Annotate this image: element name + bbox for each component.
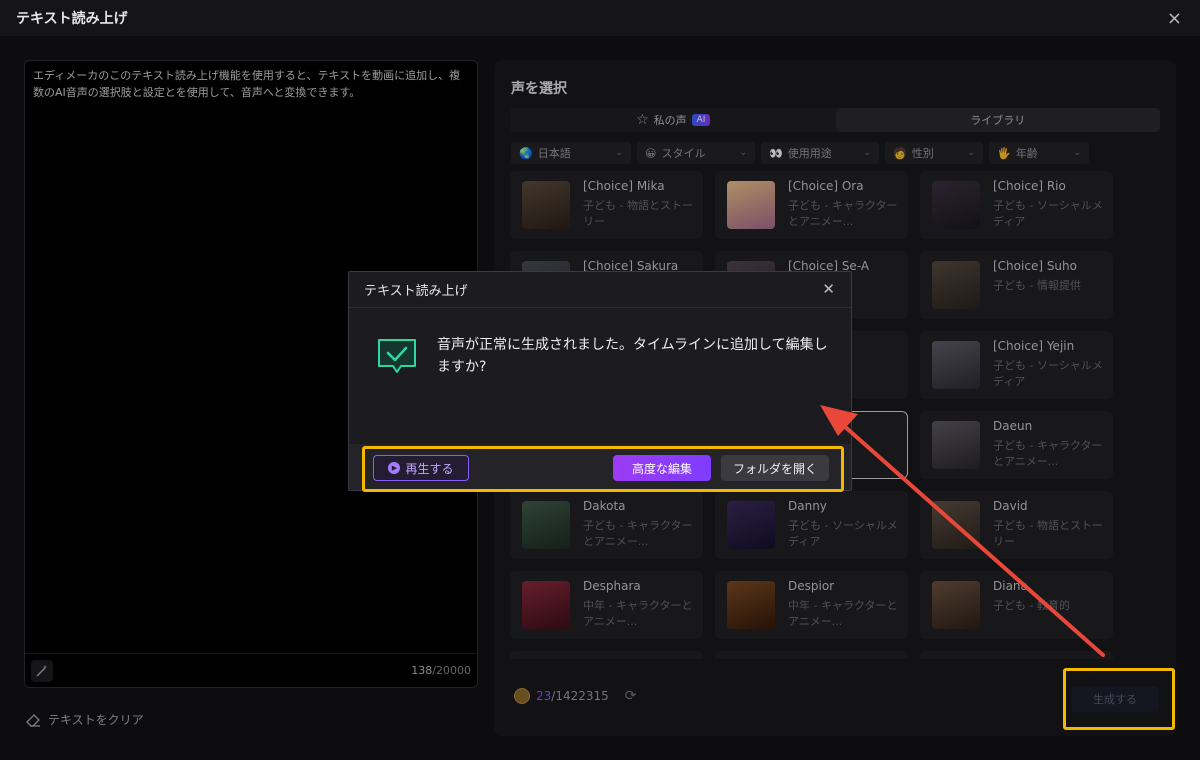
success-check-icon	[375, 336, 419, 376]
advanced-edit-button[interactable]: 高度な編集	[613, 455, 711, 481]
play-label: 再生する	[405, 461, 454, 476]
title-bar: テキスト読み上げ ×	[0, 0, 1200, 36]
close-icon[interactable]: ×	[1167, 8, 1182, 29]
window-title: テキスト読み上げ	[16, 11, 128, 27]
dialog-message: 音声が正常に生成されました。タイムラインに追加して編集しますか?	[437, 337, 828, 375]
play-icon: ▶	[388, 462, 401, 474]
dialog-close-icon[interactable]: ✕	[822, 280, 835, 298]
play-button[interactable]: ▶ 再生する	[373, 455, 469, 481]
open-folder-button[interactable]: フォルダを開く	[721, 455, 829, 481]
dialog-footer: ▶ 再生する 高度な編集 フォルダを開く	[349, 444, 851, 490]
success-dialog: テキスト読み上げ ✕ 音声が正常に生成されました。タイムラインに追加して編集しま…	[348, 271, 852, 491]
dialog-title: テキスト読み上げ	[349, 272, 851, 308]
